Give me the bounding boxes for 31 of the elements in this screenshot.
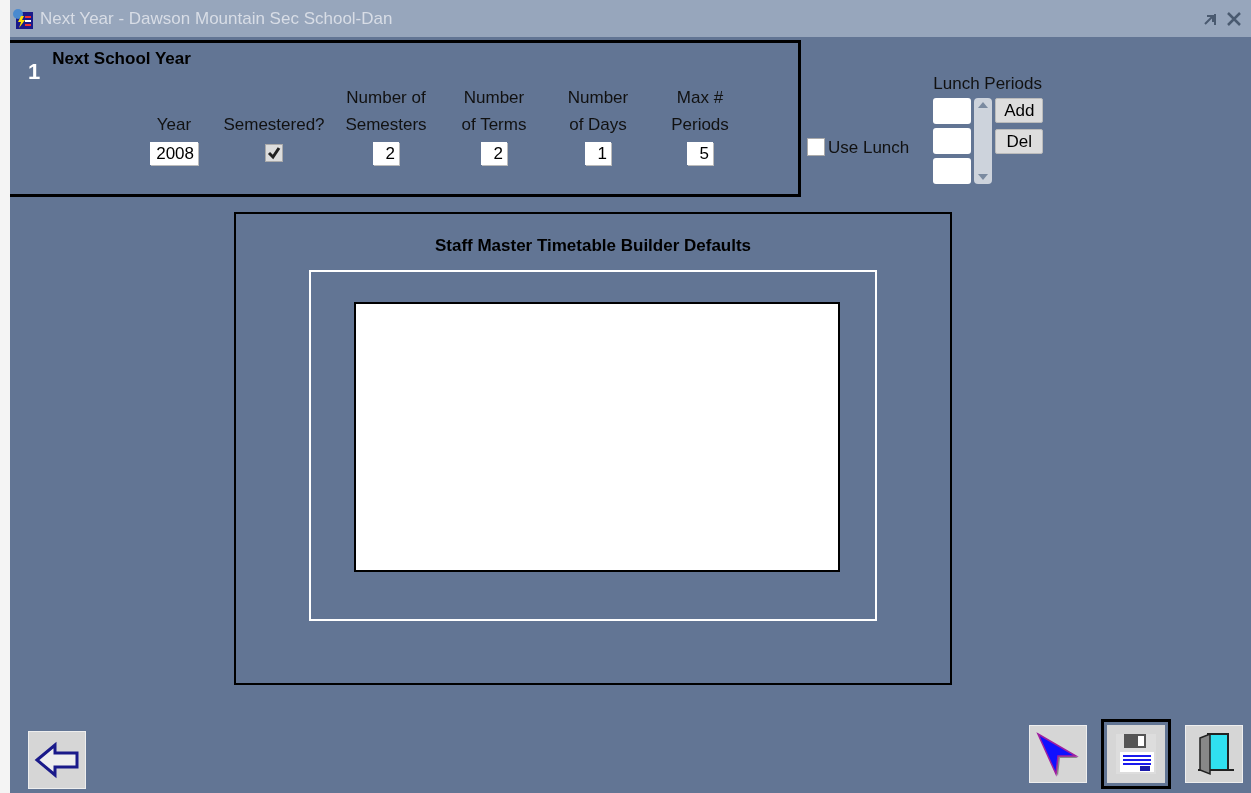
left-arrow-icon bbox=[33, 740, 81, 780]
field-label: Number of Terms bbox=[461, 87, 527, 136]
input-field[interactable]: 1 bbox=[585, 142, 611, 165]
field-label: Lunch Periods bbox=[933, 74, 1043, 94]
restore-icon[interactable] bbox=[1203, 11, 1217, 26]
checkbox[interactable] bbox=[265, 144, 283, 162]
panel-title: Staff Master Timetable Builder Defaults bbox=[434, 236, 752, 256]
window-title: Next Year - Dawson Mountain Sec School-Dan bbox=[40, 8, 394, 29]
list-button[interactable]: Del bbox=[995, 129, 1044, 154]
field-label: Year bbox=[156, 114, 192, 136]
section-title: Next School Year bbox=[52, 49, 191, 70]
field-label: Number of Days bbox=[567, 87, 629, 136]
input-field[interactable] bbox=[933, 98, 972, 124]
input-field[interactable] bbox=[933, 158, 972, 184]
app-icon bbox=[12, 7, 34, 30]
toolbar-button[interactable] bbox=[1101, 719, 1171, 789]
close-icon[interactable] bbox=[1227, 11, 1241, 26]
input-field[interactable]: 2 bbox=[373, 142, 399, 165]
checkbox[interactable] bbox=[807, 138, 825, 156]
input-field[interactable]: 2008 bbox=[150, 142, 198, 165]
input-field[interactable]: 5 bbox=[687, 142, 713, 165]
checkbox-label: Use Lunch bbox=[828, 137, 910, 158]
list-button[interactable]: Add bbox=[995, 98, 1044, 123]
field-label: Semestered? bbox=[223, 114, 325, 136]
input-field[interactable] bbox=[933, 128, 972, 154]
scroll-bar[interactable] bbox=[974, 98, 993, 184]
field-label: Max # Periods bbox=[671, 87, 729, 136]
input-field[interactable]: 2 bbox=[481, 142, 507, 165]
back-button[interactable] bbox=[28, 731, 86, 789]
section-number: 1 bbox=[28, 59, 41, 81]
field-label: Number of Semesters bbox=[345, 87, 427, 136]
